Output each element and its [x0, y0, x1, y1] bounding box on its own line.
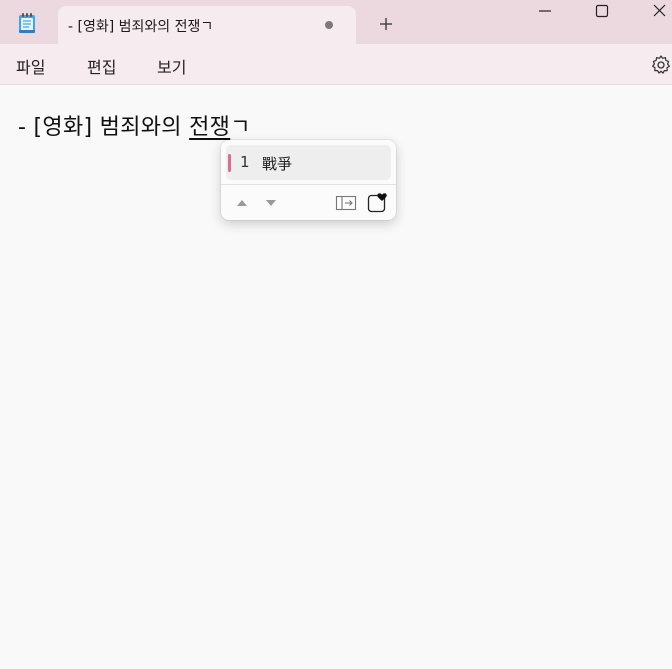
- document-line: - [영화] 범죄와의 전쟁ㄱ: [18, 109, 251, 141]
- maximize-icon: [595, 4, 609, 18]
- title-bar: - [영화] 범죄와의 전쟁ㄱ: [0, 0, 672, 44]
- divider: [221, 184, 396, 185]
- tab-title: - [영화] 범죄와의 전쟁ㄱ: [68, 19, 214, 35]
- tab-document[interactable]: - [영화] 범죄와의 전쟁ㄱ: [58, 6, 356, 44]
- expand-panel-button[interactable]: [335, 190, 357, 218]
- heart-icon: [367, 193, 387, 213]
- triangle-down-icon: [266, 200, 276, 206]
- menu-file[interactable]: 파일: [16, 54, 45, 78]
- document-text: - [영화] 범죄와의: [18, 115, 190, 140]
- settings-button[interactable]: [650, 54, 672, 76]
- notepad-icon: [18, 12, 36, 34]
- minimize-icon: [539, 10, 551, 12]
- composing-jamo: ㄱ: [230, 115, 251, 140]
- close-button[interactable]: [626, 0, 672, 24]
- candidate-text: 戰爭: [262, 155, 293, 173]
- candidate-item[interactable]: 1 戰爭: [226, 145, 391, 180]
- new-tab-button[interactable]: [376, 14, 396, 34]
- favorite-button[interactable]: [367, 190, 389, 218]
- maximize-button[interactable]: [579, 0, 625, 24]
- close-icon: [653, 4, 666, 17]
- composing-text: 전쟁: [189, 115, 231, 140]
- expand-panel-icon: [335, 195, 357, 211]
- plus-icon: [380, 18, 392, 30]
- menu-view[interactable]: 보기: [157, 54, 186, 78]
- triangle-up-icon: [237, 200, 247, 206]
- next-candidate-button[interactable]: [263, 190, 279, 218]
- candidate-number: 1: [240, 153, 250, 171]
- menu-bar: 파일 편집 보기: [0, 44, 672, 85]
- ime-candidate-window: 1 戰爭: [221, 140, 396, 220]
- minimize-button[interactable]: [522, 0, 568, 24]
- menu-edit[interactable]: 편집: [87, 54, 116, 78]
- unsaved-indicator[interactable]: [325, 21, 333, 29]
- selection-indicator: [228, 154, 231, 172]
- prev-candidate-button[interactable]: [234, 190, 250, 218]
- gear-icon: [652, 55, 670, 74]
